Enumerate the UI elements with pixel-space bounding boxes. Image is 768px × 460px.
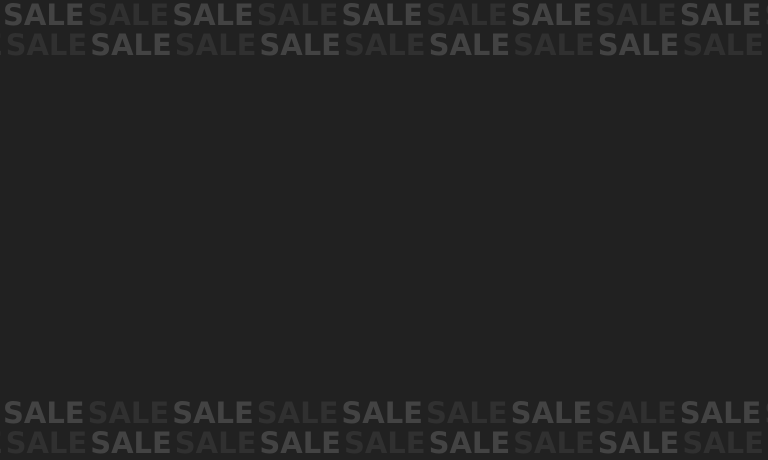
top-sale-pattern-row: SALESALESALESALESALESALESALESALESALESALE <box>0 0 768 30</box>
sale-word: SALE <box>428 30 511 60</box>
sale-word: SALE <box>597 428 680 458</box>
sale-word: SALE <box>595 0 677 30</box>
sale-word: SALE <box>5 30 88 60</box>
sale-word: SALE <box>5 428 88 458</box>
pattern-track: SALESALESALESALESALESALESALESALESALESALE <box>3 398 768 428</box>
sale-word: SALE <box>3 0 85 30</box>
sale-word: SALE <box>259 428 341 458</box>
sale-word: SALE <box>764 0 768 30</box>
sale-word: SALE <box>595 398 677 428</box>
sale-word: SALE <box>513 30 595 60</box>
sale-word: SALE <box>343 428 426 458</box>
sale-word: SALE <box>425 0 508 30</box>
sale-word: SALE <box>259 30 341 60</box>
sale-word: SALE <box>682 30 764 60</box>
sale-word: SALE <box>256 0 339 30</box>
sale-word: SALE <box>682 428 764 458</box>
sale-word: SALE <box>256 398 339 428</box>
sale-word: SALE <box>172 0 254 30</box>
sale-word: SALE <box>341 398 423 428</box>
pattern-track: SALESALESALESALESALESALESALESALESALESALE <box>3 0 768 30</box>
sale-word: SALE <box>174 428 257 458</box>
sale-word: SALE <box>341 0 423 30</box>
sale-word: SALE <box>510 0 593 30</box>
sale-word: SALE <box>3 398 85 428</box>
bottom-sale-pattern-row: SALESALESALESALESALESALESALESALESALESALE… <box>0 428 768 458</box>
sale-word: SALE <box>764 398 768 428</box>
sale-word: SALE <box>172 398 254 428</box>
pattern-track: SALESALESALESALESALESALESALESALESALESALE… <box>0 428 768 458</box>
sale-word: SALE <box>428 428 511 458</box>
sale-word: SALE <box>87 0 170 30</box>
sale-word: SALE <box>343 30 426 60</box>
sale-word: SALE <box>597 30 680 60</box>
sale-word: SALE <box>425 398 508 428</box>
sale-word: SALE <box>679 398 762 428</box>
sale-word: SALE <box>90 30 172 60</box>
top-sale-pattern-row: SALESALESALESALESALESALESALESALESALESALE… <box>0 30 768 60</box>
pattern-track: SALESALESALESALESALESALESALESALESALESALE… <box>0 30 768 60</box>
sale-word: SALE <box>87 398 170 428</box>
sale-word: SALE <box>679 0 762 30</box>
sale-word: SALE <box>174 30 257 60</box>
empty-content-area <box>0 60 768 398</box>
sale-word: SALE <box>510 398 593 428</box>
sale-banner: SALE SALE SALE SALE SALE SALE SALE SALE SALE SALE… <box>0 0 768 460</box>
sale-word: SALE <box>513 428 595 458</box>
sale-word: SALE <box>90 428 172 458</box>
bottom-sale-pattern-row: SALESALESALESALESALESALESALESALESALESALE <box>0 398 768 428</box>
